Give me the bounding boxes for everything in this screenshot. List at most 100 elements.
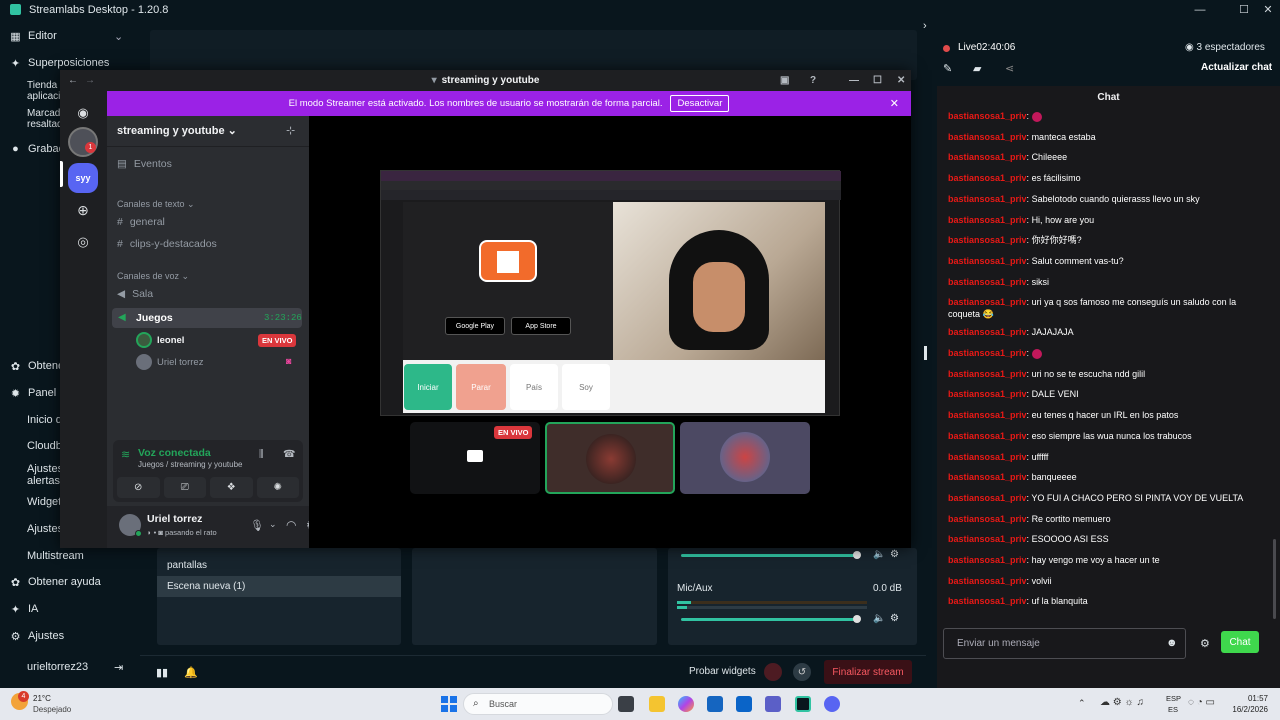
chat-username[interactable]: bastiansosa1_priv: [948, 534, 1027, 544]
chat-username[interactable]: bastiansosa1_priv: [948, 277, 1027, 287]
chat-username[interactable]: bastiansosa1_priv: [948, 472, 1027, 482]
chat-username[interactable]: bastiansosa1_priv: [948, 235, 1027, 245]
sidebar-sub-alert-settings[interactable]: Ajustes alertas: [27, 463, 63, 487]
add-server-icon[interactable]: ⊕: [68, 195, 98, 225]
minimize-icon[interactable]: —: [849, 75, 859, 86]
forward-arrow-icon[interactable]: →: [85, 75, 95, 86]
scene-item-selected[interactable]: Escena nueva (1): [157, 576, 401, 597]
chat-username[interactable]: bastiansosa1_priv: [948, 327, 1027, 337]
chat-username[interactable]: bastiansosa1_priv: [948, 111, 1027, 121]
stream-tile[interactable]: EN VIVO: [410, 422, 540, 494]
chat-username[interactable]: bastiansosa1_priv: [948, 215, 1027, 225]
activities-icon[interactable]: ❖: [210, 477, 253, 498]
chevron-up-icon[interactable]: ⌃: [1078, 698, 1086, 709]
volume-slider-handle[interactable]: [853, 615, 861, 623]
outlook-icon[interactable]: [736, 696, 752, 712]
sidebar-item-editor[interactable]: ▦ Editor ⌄: [10, 30, 123, 43]
teams-icon[interactable]: [765, 696, 781, 712]
minimize-icon[interactable]: —: [1188, 0, 1212, 19]
chat-username[interactable]: bastiansosa1_priv: [948, 132, 1027, 142]
sidebar-item-get-help[interactable]: ✿ Obtener ayuda: [10, 576, 101, 589]
chat-username[interactable]: bastiansosa1_priv: [948, 256, 1027, 266]
chat-username[interactable]: bastiansosa1_priv: [948, 369, 1027, 379]
disconnect-icon[interactable]: ☎: [283, 449, 295, 460]
notification-icon[interactable]: 🔔: [184, 666, 198, 679]
maximize-icon[interactable]: ☐: [1232, 0, 1256, 19]
voice-user-name[interactable]: Uriel torrez: [157, 357, 203, 368]
maximize-icon[interactable]: ☐: [873, 75, 882, 86]
screen-share-icon[interactable]: ⎚: [163, 477, 206, 498]
server-icon-syy[interactable]: syy: [68, 163, 98, 193]
record-button[interactable]: [764, 663, 782, 681]
chat-username[interactable]: bastiansosa1_priv: [948, 152, 1027, 162]
streamlabs-app-icon[interactable]: [795, 696, 811, 712]
windows-start-icon[interactable]: [441, 696, 457, 712]
temperature[interactable]: 21°C: [33, 694, 51, 703]
text-category[interactable]: Canales de texto ⌄: [117, 199, 195, 210]
clock-time[interactable]: 01:57: [1246, 694, 1268, 703]
user-name[interactable]: Uriel torrez: [147, 513, 202, 525]
scrollbar[interactable]: [1273, 539, 1276, 619]
server-name[interactable]: streaming y youtube ⌄: [117, 124, 237, 137]
chat-username[interactable]: bastiansosa1_priv: [948, 596, 1027, 606]
back-arrow-icon[interactable]: ←: [68, 75, 78, 86]
sidebar-item-ai[interactable]: ✦ IA: [10, 603, 39, 616]
add-member-icon[interactable]: ⊹: [286, 124, 295, 137]
sidebar-username[interactable]: urieltorrez23: [27, 661, 88, 673]
chat-username[interactable]: bastiansosa1_priv: [948, 297, 1027, 307]
voice-connected-label[interactable]: Voz conectada: [138, 447, 211, 459]
help-icon[interactable]: ?: [810, 75, 816, 86]
voice-path[interactable]: Juegos / streaming y youtube: [138, 460, 243, 469]
chat-username[interactable]: bastiansosa1_priv: [948, 389, 1027, 399]
search-box[interactable]: ⌕ Buscar: [463, 693, 613, 715]
chat-username[interactable]: bastiansosa1_priv: [948, 410, 1027, 420]
gear-icon[interactable]: ⚙: [890, 549, 899, 560]
avatar[interactable]: [136, 354, 152, 370]
close-icon[interactable]: ✕: [897, 75, 905, 86]
stats-icon[interactable]: ▮▮: [156, 666, 168, 679]
volume-slider[interactable]: [681, 618, 856, 621]
gear-icon[interactable]: ⚙: [890, 613, 899, 624]
avatar[interactable]: [136, 332, 152, 348]
edit-icon[interactable]: ✎: [943, 62, 952, 75]
clock-date[interactable]: 16/2/2026: [1226, 705, 1268, 714]
chat-send-button[interactable]: Chat: [1221, 631, 1259, 653]
noise-icon[interactable]: ⫼: [259, 449, 264, 460]
close-icon[interactable]: ✕: [1256, 0, 1280, 19]
close-icon[interactable]: ✕: [890, 97, 899, 110]
share-icon[interactable]: ⋖: [1005, 62, 1014, 75]
headphones-icon[interactable]: ◠: [286, 518, 296, 532]
speaker-icon[interactable]: 🔈: [873, 613, 885, 624]
network-icon[interactable]: ◌ ◔ ▭: [1188, 697, 1215, 708]
chat-username[interactable]: bastiansosa1_priv: [948, 576, 1027, 586]
weather-text[interactable]: Despejado: [33, 705, 71, 714]
speaker-icon[interactable]: 🔈: [873, 549, 885, 560]
user-tile[interactable]: [680, 422, 810, 494]
emote-icon[interactable]: ☻: [1166, 637, 1178, 649]
discord-app-icon[interactable]: [824, 696, 840, 712]
logout-icon[interactable]: ⇥: [114, 661, 123, 674]
refresh-chat-button[interactable]: Actualizar chat: [1201, 62, 1272, 73]
chat-username[interactable]: bastiansosa1_priv: [948, 452, 1027, 462]
end-stream-button[interactable]: Finalizar stream: [824, 660, 912, 684]
sidebar-sub-multistream[interactable]: Multistream: [27, 550, 84, 562]
folder-icon[interactable]: ▰: [973, 62, 981, 75]
tray-icons[interactable]: ☁ ⚙ ☼ ♫: [1100, 697, 1144, 708]
sidebar-item-overlays[interactable]: ✦ Superposiciones: [10, 57, 109, 70]
chat-username[interactable]: bastiansosa1_priv: [948, 493, 1027, 503]
test-widgets-button[interactable]: Probar widgets: [689, 666, 756, 677]
gear-icon[interactable]: ⚙: [1200, 637, 1210, 650]
voice-user-name[interactable]: leonel: [157, 335, 184, 346]
volume-slider-handle[interactable]: [853, 551, 861, 559]
file-explorer-icon[interactable]: [649, 696, 665, 712]
voice-channel-juegos[interactable]: ◀ Juegos 3:23:26: [112, 308, 302, 328]
sidebar-item-settings[interactable]: ⚙ Ajustes: [10, 630, 65, 643]
discord-logo-icon[interactable]: ◉: [68, 98, 98, 128]
explore-icon[interactable]: ◎: [68, 227, 98, 257]
shared-screen[interactable]: Google Play App Store Iniciar Parar País…: [380, 170, 841, 416]
sidebar-item-panel[interactable]: ✹ Panel: [10, 387, 56, 400]
chat-username[interactable]: bastiansosa1_priv: [948, 555, 1027, 565]
copilot-icon[interactable]: [678, 696, 694, 712]
voice-category[interactable]: Canales de voz ⌄: [117, 271, 189, 282]
resize-handle[interactable]: [924, 346, 927, 360]
